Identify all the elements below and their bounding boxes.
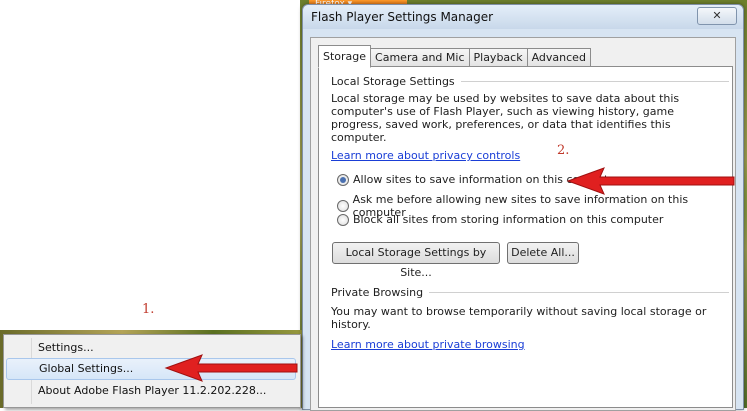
red-arrow-icon	[566, 167, 735, 195]
tab-playback[interactable]: Playback	[468, 48, 528, 66]
local-storage-heading: Local Storage Settings	[331, 75, 455, 88]
tab-storage[interactable]: Storage	[318, 45, 372, 68]
flash-settings-window: Flash Player Settings Manager ✕ Storage …	[302, 4, 744, 411]
private-browsing-link[interactable]: Learn more about private browsing	[331, 338, 525, 351]
window-client: Storage Camera and Mic Playback Advanced…	[310, 37, 736, 411]
radio-label: Block all sites from storing information…	[353, 213, 664, 226]
tab-advanced[interactable]: Advanced	[526, 48, 591, 66]
storage-settings-by-site-button[interactable]: Local Storage Settings by Site...	[332, 242, 500, 279]
local-storage-description: Local storage may be used by websites to…	[331, 92, 680, 144]
local-storage-group-title: Local Storage Settings	[331, 75, 729, 88]
step-2-annotation: 2.	[557, 143, 570, 158]
window-titlebar: Flash Player Settings Manager ✕	[303, 5, 743, 29]
close-button[interactable]: ✕	[697, 7, 737, 25]
step-1-annotation: 1.	[142, 302, 155, 317]
tab-strip: Storage Camera and Mic Playback Advanced	[318, 45, 591, 68]
privacy-controls-link[interactable]: Learn more about privacy controls	[331, 149, 520, 162]
window-title: Flash Player Settings Manager	[311, 10, 494, 24]
private-browsing-heading: Private Browsing	[331, 286, 424, 299]
radio-block-all[interactable]: Block all sites from storing information…	[337, 213, 663, 226]
storage-panel: Local Storage Settings Local storage may…	[318, 66, 733, 408]
divider	[429, 292, 729, 293]
private-browsing-group-title: Private Browsing	[331, 286, 729, 299]
red-arrow-icon	[164, 354, 298, 382]
radio-button[interactable]	[337, 213, 349, 226]
tab-camera-and-mic[interactable]: Camera and Mic	[370, 48, 470, 66]
radio-button-checked[interactable]	[337, 173, 349, 186]
delete-all-button[interactable]: Delete All...	[507, 242, 579, 264]
close-icon: ✕	[712, 9, 722, 22]
private-browsing-description: You may want to browse temporarily witho…	[331, 305, 707, 331]
divider	[460, 81, 729, 82]
radio-button[interactable]	[337, 200, 349, 212]
